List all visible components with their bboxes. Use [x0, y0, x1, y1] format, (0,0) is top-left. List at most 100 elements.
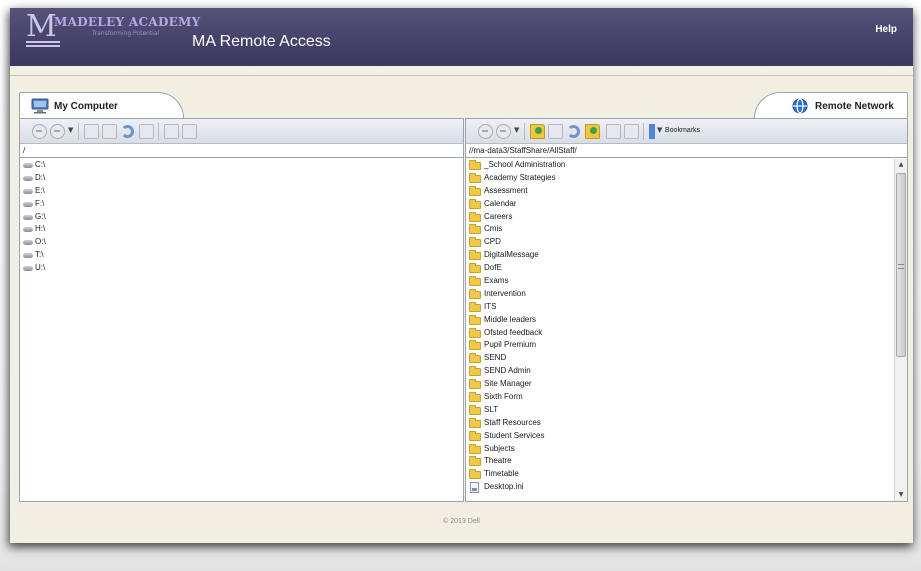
chevron-down-icon[interactable]: ▼ — [657, 126, 665, 141]
drive-item[interactable]: O:\ — [20, 236, 463, 249]
folder-icon — [469, 340, 481, 351]
drive-label: O:\ — [35, 237, 46, 247]
file-item[interactable]: Desktop.ini — [466, 481, 894, 494]
chevron-down-icon[interactable]: ▼ — [68, 126, 76, 141]
folder-icon — [469, 237, 481, 248]
chevron-down-icon[interactable]: ▼ — [514, 126, 522, 141]
folder-item[interactable]: ITS — [466, 301, 894, 314]
tab-remote-network[interactable]: Remote Network — [754, 92, 908, 118]
folder-item[interactable]: Student Services — [466, 430, 894, 443]
new-folder-icon[interactable] — [139, 124, 154, 139]
forward-icon[interactable] — [496, 124, 511, 139]
folder-icon — [469, 430, 481, 441]
refresh-icon[interactable] — [567, 125, 580, 138]
folder-item[interactable]: SLT — [466, 404, 894, 417]
folder-icon — [469, 469, 481, 480]
folder-icon — [469, 185, 481, 196]
up-folder-icon[interactable] — [84, 124, 99, 139]
logo-initial: M — [26, 9, 57, 44]
drive-icon — [23, 214, 33, 220]
folder-label: ITS — [484, 301, 497, 311]
drive-item[interactable]: T:\ — [20, 249, 463, 262]
tab-my-computer[interactable]: My Computer — [19, 92, 184, 118]
file-label: Desktop.ini — [484, 482, 524, 492]
drive-item[interactable]: D:\ — [20, 172, 463, 185]
folder-item[interactable]: Timetable — [466, 468, 894, 481]
drive-icon — [23, 188, 33, 194]
folder-item[interactable]: Academy Strategies — [466, 172, 894, 185]
folder-item[interactable]: Cmis — [466, 223, 894, 236]
folder-icon — [469, 456, 481, 467]
back-icon[interactable] — [478, 124, 493, 139]
delete-icon[interactable] — [182, 124, 197, 139]
folder-item[interactable]: Pupil Premium — [466, 339, 894, 352]
folder-icon — [469, 327, 481, 338]
drive-item[interactable]: C:\ — [20, 159, 463, 172]
folder-item[interactable]: Site Manager — [466, 378, 894, 391]
folder-item[interactable]: _School Administration — [466, 159, 894, 172]
folder-icon — [469, 366, 481, 377]
help-link[interactable]: Help — [875, 24, 897, 35]
folder-item[interactable]: Ofsted feedback — [466, 327, 894, 340]
view-icon[interactable] — [102, 124, 117, 139]
download-icon[interactable] — [606, 124, 621, 139]
scroll-thumb[interactable] — [896, 173, 906, 357]
folder-item[interactable]: DigitalMessage — [466, 249, 894, 262]
local-path-field[interactable]: / — [20, 144, 463, 158]
folder-item[interactable]: DofE — [466, 262, 894, 275]
scroll-up-icon[interactable]: ▲ — [895, 159, 907, 171]
folder-label: Subjects — [484, 443, 515, 453]
folder-icon — [469, 172, 481, 183]
folder-item[interactable]: Assessment — [466, 185, 894, 198]
drive-item[interactable]: U:\ — [20, 262, 463, 275]
drive-item[interactable]: H:\ — [20, 223, 463, 236]
refresh-icon[interactable] — [121, 125, 134, 138]
folder-item[interactable]: Subjects — [466, 443, 894, 456]
folder-item[interactable]: Intervention — [466, 288, 894, 301]
forward-icon[interactable] — [50, 124, 65, 139]
logo-name: Madeley Academy — [54, 15, 201, 29]
vertical-scrollbar[interactable]: ▲ ▼ — [894, 159, 907, 501]
view-icon[interactable] — [548, 124, 563, 139]
copyright: © 2013 Dell — [443, 518, 480, 525]
folder-item[interactable]: Sixth Form — [466, 391, 894, 404]
folder-label: Staff Resources — [484, 417, 541, 427]
folder-item[interactable]: SEND — [466, 352, 894, 365]
drive-item[interactable]: E:\ — [20, 185, 463, 198]
folder-icon — [469, 417, 481, 428]
drive-item[interactable]: F:\ — [20, 198, 463, 211]
new-folder-icon[interactable] — [585, 124, 600, 139]
folder-item[interactable]: Middle leaders — [466, 314, 894, 327]
tab-label: Remote Network — [815, 101, 894, 112]
folder-item[interactable]: Calendar — [466, 198, 894, 211]
grip-icon — [898, 264, 904, 269]
delete-icon[interactable] — [624, 124, 639, 139]
folder-item[interactable]: SEND Admin — [466, 365, 894, 378]
upload-icon[interactable] — [164, 124, 179, 139]
folder-item[interactable]: Theatre — [466, 455, 894, 468]
remote-path-field[interactable]: //ma-data3/StaffShare/AllStaff/ — [466, 144, 907, 158]
folder-item[interactable]: Careers — [466, 211, 894, 224]
bookmarks-button[interactable]: Bookmarks — [665, 127, 700, 134]
drive-label: C:\ — [35, 160, 46, 169]
back-icon[interactable] — [32, 124, 47, 139]
logo-underline — [26, 41, 60, 47]
drive-item[interactable]: G:\ — [20, 211, 463, 224]
folder-item[interactable]: Exams — [466, 275, 894, 288]
folder-item[interactable]: Staff Resources — [466, 417, 894, 430]
drive-label: H:\ — [35, 224, 46, 234]
folder-label: Calendar — [484, 198, 517, 208]
folder-icon — [469, 392, 481, 403]
app-window: M Madeley Academy Transforming Potential… — [10, 8, 913, 543]
bookmark-icon[interactable] — [649, 124, 655, 139]
folder-item[interactable]: CPD — [466, 236, 894, 249]
folder-label: Ofsted feedback — [484, 327, 543, 337]
drive-icon — [23, 240, 33, 246]
drive-icon — [23, 201, 33, 207]
folder-label: DofE — [484, 263, 502, 273]
folder-label: _School Administration — [484, 160, 566, 169]
up-folder-icon[interactable] — [530, 124, 545, 139]
folder-label: CPD — [484, 237, 501, 247]
folder-label: Theatre — [484, 456, 512, 466]
scroll-down-icon[interactable]: ▼ — [895, 489, 907, 501]
